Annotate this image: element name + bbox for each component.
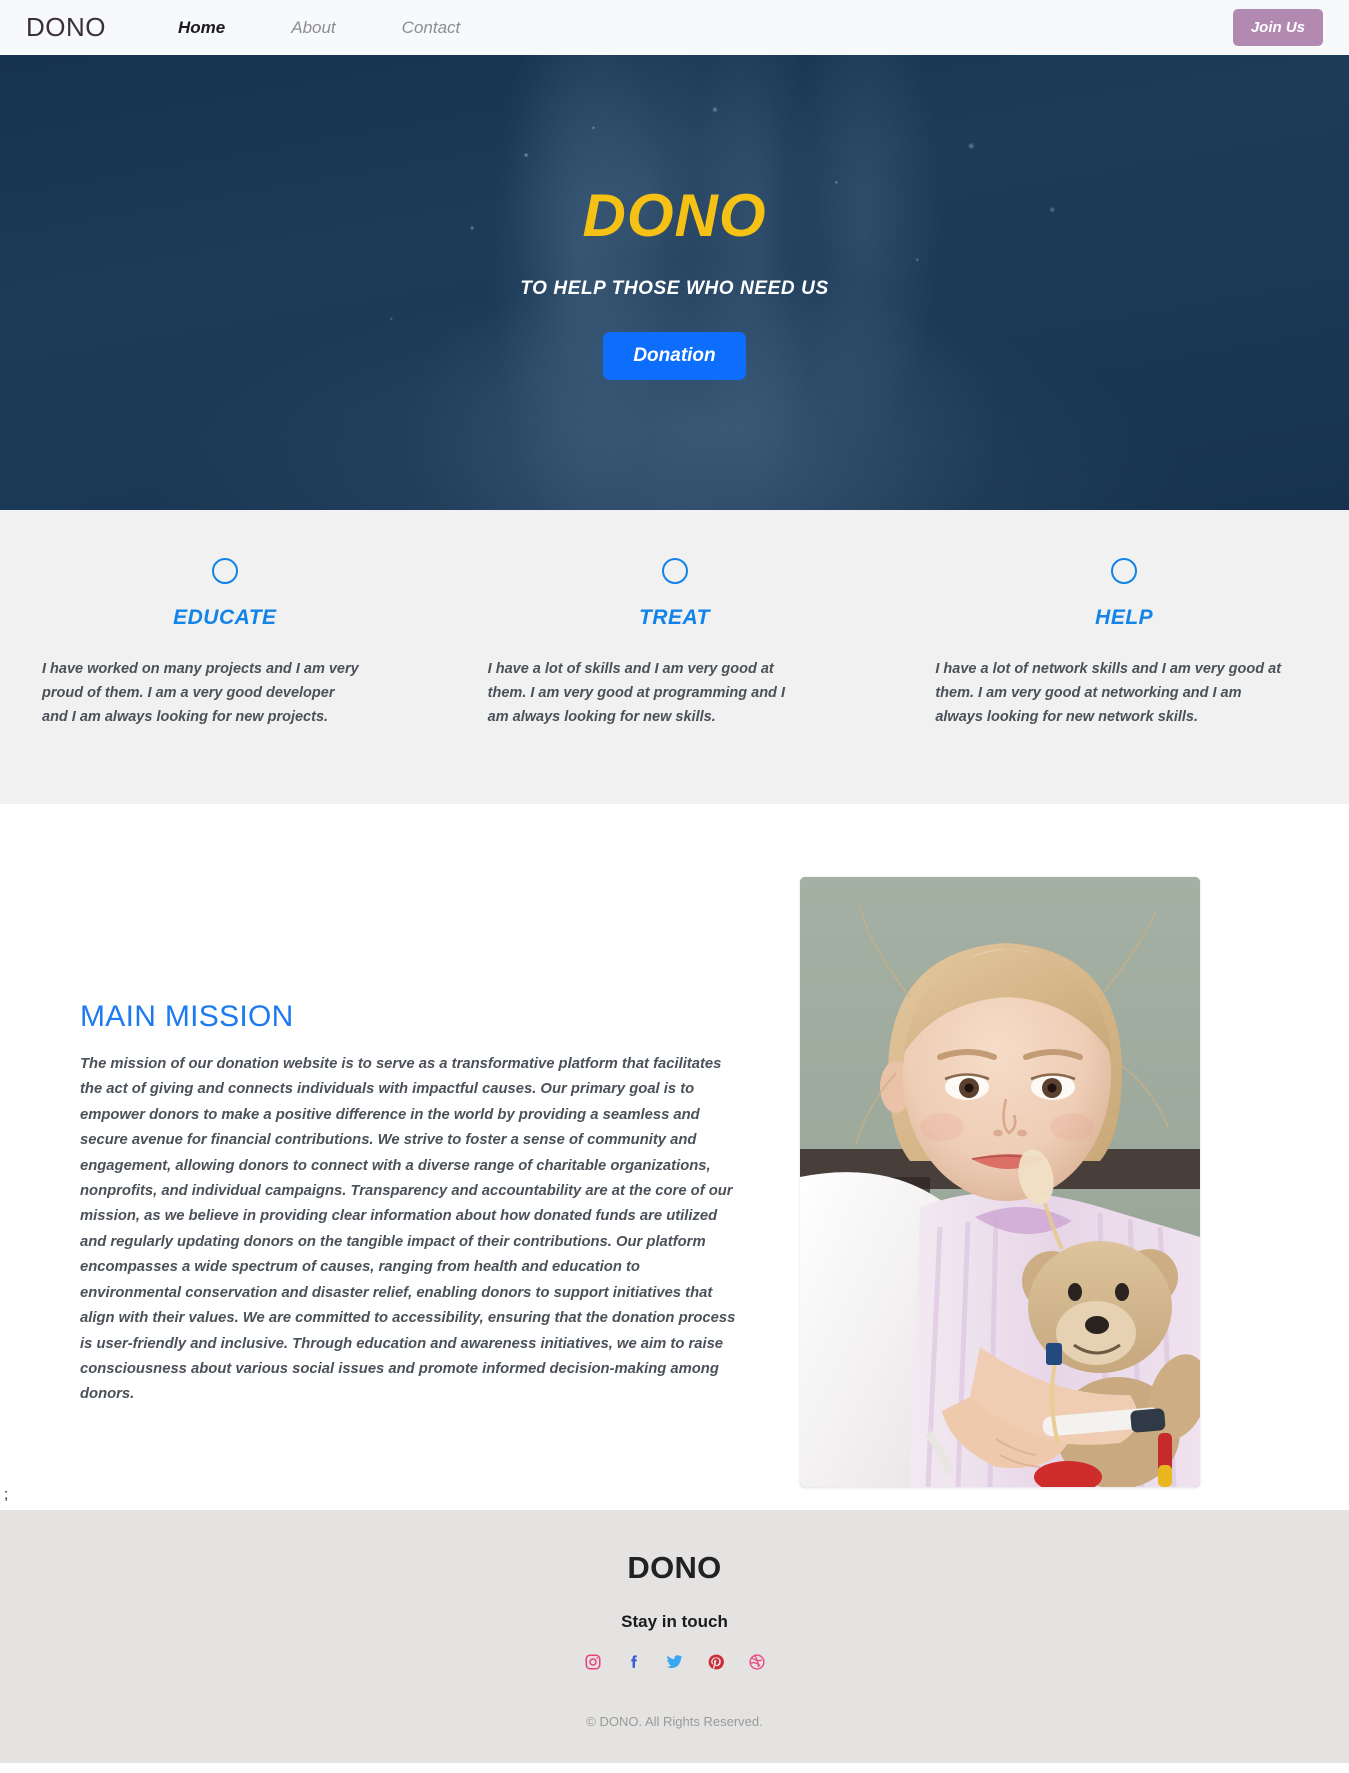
circle-outline-icon: [211, 558, 238, 584]
hero-section: DONO TO HELP THOSE WHO NEED US Donation: [0, 55, 1349, 510]
feature-title-help: HELP: [1095, 606, 1154, 629]
facebook-icon[interactable]: [624, 1652, 644, 1672]
pinterest-icon[interactable]: [706, 1652, 726, 1672]
stray-text-artifact: ;: [4, 1485, 9, 1503]
instagram-icon[interactable]: [583, 1652, 603, 1672]
girl-with-teddy-bear-photo: [800, 876, 1200, 1487]
copyright-text: © DONO. All Rights Reserved.: [586, 1713, 763, 1729]
mission-photo: [800, 876, 1200, 1487]
feature-card-educate: EDUCATE I have worked on many projects a…: [0, 558, 450, 730]
feature-text-educate: I have worked on many projects and I am …: [42, 661, 359, 725]
mission-image-column: [800, 850, 1349, 1487]
nav-item-home[interactable]: Home: [178, 18, 225, 38]
features-section: EDUCATE I have worked on many projects a…: [0, 510, 1349, 804]
feature-card-help: HELP I have a lot of network skills and …: [899, 558, 1349, 730]
nav-link-about[interactable]: About: [291, 18, 335, 37]
feature-title-treat: TREAT: [639, 606, 710, 629]
nav-item-contact[interactable]: Contact: [402, 18, 461, 38]
feature-card-treat: TREAT I have a lot of skills and I am ve…: [450, 558, 900, 730]
hero-subtitle: TO HELP THOSE WHO NEED US: [520, 277, 829, 299]
dribbble-icon[interactable]: [747, 1652, 767, 1672]
mission-paragraph: The mission of our donation website is t…: [80, 1055, 736, 1403]
donation-button[interactable]: Donation: [603, 331, 746, 380]
top-navbar: DONO Home About Contact Join Us: [0, 0, 1349, 55]
hero-title: DONO: [582, 181, 767, 249]
mission-section: MAIN MISSION The mission of our donation…: [0, 803, 1349, 1487]
site-footer: DONO Stay in touch © DONO. All Rights Re…: [0, 1509, 1349, 1763]
nav-links: Home About Contact: [178, 18, 460, 38]
feature-text-treat: I have a lot of skills and I am very goo…: [487, 661, 785, 725]
mission-heading: MAIN MISSION: [80, 999, 294, 1033]
feature-text-help: I have a lot of network skills and I am …: [935, 661, 1282, 725]
circle-outline-icon: [661, 558, 688, 584]
feature-title-educate: EDUCATE: [173, 606, 277, 629]
join-us-button[interactable]: Join Us: [1232, 9, 1323, 46]
footer-tagline: Stay in touch: [621, 1611, 728, 1631]
social-links-row: [0, 1652, 1349, 1672]
footer-logo: DONO: [627, 1549, 722, 1585]
twitter-icon[interactable]: [665, 1652, 685, 1672]
nav-link-contact[interactable]: Contact: [402, 18, 461, 37]
hero-content: DONO TO HELP THOSE WHO NEED US Donation: [520, 181, 829, 380]
circle-outline-icon: [1111, 558, 1138, 584]
mission-text-column: MAIN MISSION The mission of our donation…: [0, 850, 800, 1408]
nav-item-about[interactable]: About: [291, 18, 335, 38]
nav-link-home[interactable]: Home: [178, 18, 225, 37]
brand-logo[interactable]: DONO: [26, 12, 106, 43]
